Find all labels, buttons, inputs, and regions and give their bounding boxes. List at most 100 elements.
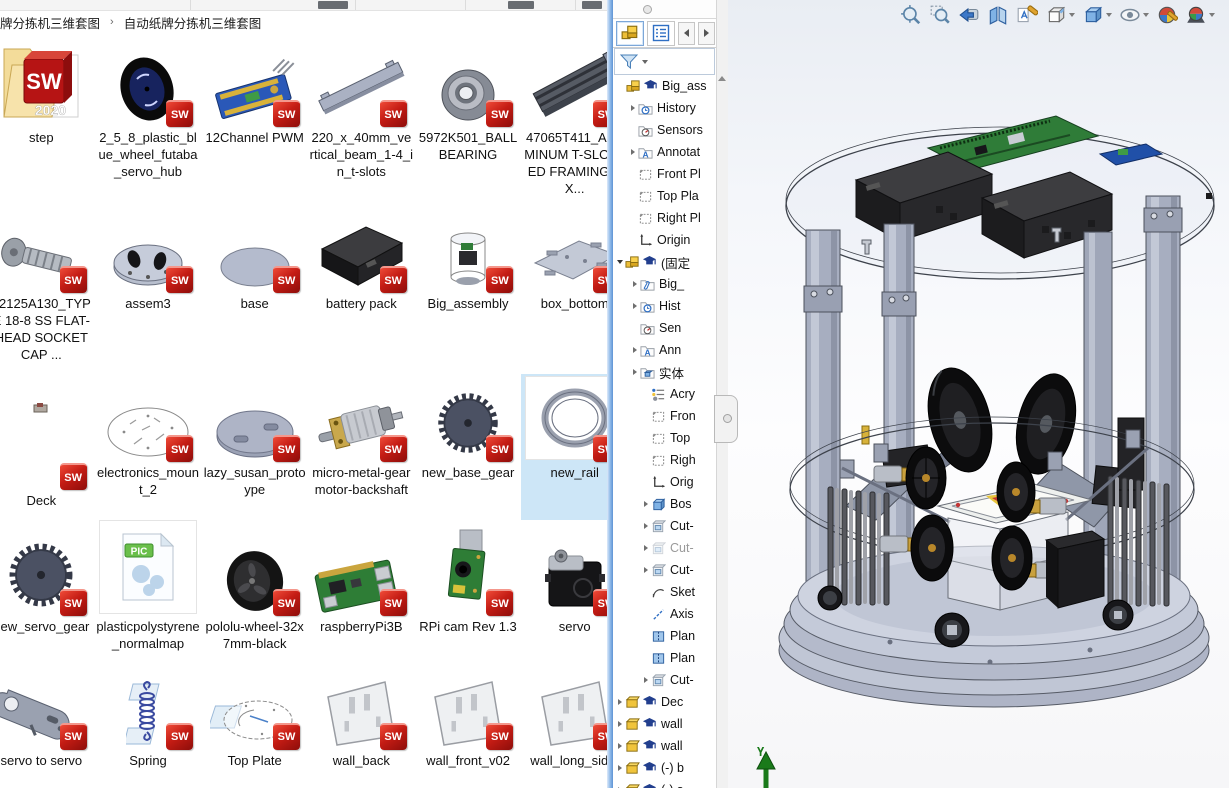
tree-item-history[interactable]: Hist — [613, 295, 716, 317]
panel-splitter-bar[interactable] — [613, 0, 716, 19]
expand-arrow-icon[interactable] — [615, 721, 625, 727]
tree-item-top-plane[interactable]: Top Pla — [613, 185, 716, 207]
tree-item-fixed-subassembly[interactable]: (固定 — [613, 251, 716, 273]
file-item[interactable]: SW battery pack — [308, 219, 415, 374]
previous-pane-button[interactable] — [678, 21, 695, 45]
collapse-arrow-icon[interactable] — [615, 260, 625, 264]
expand-arrow-icon[interactable] — [615, 699, 625, 705]
tree-item-plane[interactable]: Plan — [613, 625, 716, 647]
file-item[interactable]: SW wall_back — [308, 675, 415, 768]
file-item[interactable]: SW wall_front_v02 — [415, 675, 522, 768]
expand-arrow-icon[interactable] — [628, 149, 638, 155]
tree-item-origin[interactable]: Orig — [613, 471, 716, 493]
tree-item-right-plane[interactable]: Right Pl — [613, 207, 716, 229]
tree-item-root-assembly[interactable]: Big_ass — [613, 75, 716, 97]
tree-item-material[interactable]: Acry — [613, 383, 716, 405]
file-item[interactable]: SW servo — [521, 520, 612, 675]
part-icon — [625, 761, 640, 776]
file-item[interactable]: SW pololu-wheel-32x7mm-black — [201, 520, 308, 675]
solidworks-badge-icon: SW — [486, 435, 514, 462]
tree-item-deck-part[interactable]: Dec — [613, 691, 716, 713]
expand-arrow-icon[interactable] — [641, 523, 651, 529]
tree-item-front-plane[interactable]: Front Pl — [613, 163, 716, 185]
expand-arrow-icon[interactable] — [615, 765, 625, 771]
file-item[interactable]: SW 220_x_40mm_vertical_beam_1-4_in_t-slo… — [308, 33, 415, 219]
scroll-up-arrow-icon[interactable] — [718, 76, 726, 81]
filter-dropdown-caret-icon[interactable] — [642, 59, 648, 64]
expand-arrow-icon[interactable] — [630, 347, 640, 353]
tree-item-top-plane[interactable]: Top — [613, 427, 716, 449]
3d-viewport[interactable]: Y — [727, 0, 1229, 788]
tree-item-front-plane[interactable]: Fron — [613, 405, 716, 427]
tab-property-manager[interactable] — [647, 20, 675, 46]
expand-arrow-icon[interactable] — [641, 567, 651, 573]
tree-item-sensors[interactable]: Sensors — [613, 119, 716, 141]
breadcrumb-current-folder[interactable]: 自动纸牌分拣机三维套图 — [124, 13, 262, 32]
tree-item-sketch[interactable]: Sket — [613, 581, 716, 603]
file-item[interactable]: SW Top Plate — [201, 675, 308, 768]
expand-arrow-icon[interactable] — [630, 281, 640, 287]
file-item[interactable]: SW box_bottom — [521, 219, 612, 374]
file-item[interactable]: SW 2_5_8_plastic_blue_wheel_futaba_servo… — [95, 33, 202, 219]
file-item[interactable]: SW new_servo_gear — [0, 520, 95, 675]
file-item[interactable]: SW wall_long_sid... — [521, 675, 612, 768]
file-item[interactable]: SW electronics_mount_2 — [95, 374, 202, 520]
tree-item-cut-extrude[interactable]: Cut- — [613, 515, 716, 537]
tree-item-history[interactable]: History — [613, 97, 716, 119]
breadcrumb-parent-folder[interactable]: 牌分拣机三维套图 — [0, 13, 100, 32]
file-item[interactable]: SW 5972K501_BALL BEARING — [415, 33, 522, 219]
file-item[interactable]: SW new_base_gear — [415, 374, 522, 520]
file-item[interactable]: SW lazy_susan_protoype — [201, 374, 308, 520]
attachments-folder-icon — [640, 277, 655, 292]
file-item[interactable]: SW servo to servo — [0, 675, 95, 768]
file-item[interactable]: SW base — [201, 219, 308, 374]
display-pane-flyout-handle[interactable] — [714, 395, 738, 443]
tree-item-sensors[interactable]: Sen — [613, 317, 716, 339]
list-icon — [652, 24, 670, 42]
expand-arrow-icon[interactable] — [641, 677, 651, 683]
tree-filter[interactable] — [614, 48, 715, 75]
tree-item-underdefined-part[interactable]: (-) b — [613, 757, 716, 779]
tree-item-wall-part[interactable]: wall — [613, 713, 716, 735]
reference-plane-icon — [651, 629, 666, 644]
tree-item-origin[interactable]: Origin — [613, 229, 716, 251]
file-item-selected[interactable]: SW new_rail — [521, 374, 612, 520]
tree-item-plane[interactable]: Plan — [613, 647, 716, 669]
next-pane-button[interactable] — [698, 21, 715, 45]
file-item[interactable]: SW raspberryPi3B — [308, 520, 415, 675]
solidworks-badge-icon: SW — [59, 266, 87, 293]
file-item[interactable]: SW Spring — [95, 675, 202, 768]
file-item[interactable]: SW assem3 — [95, 219, 202, 374]
expand-arrow-icon[interactable] — [630, 303, 640, 309]
tree-item-annotations[interactable]: A Annotat — [613, 141, 716, 163]
tree-item-cut-extrude[interactable]: Cut- — [613, 669, 716, 691]
tree-item-cut-extrude-suppressed[interactable]: Cut- — [613, 537, 716, 559]
tree-item-boss-extrude[interactable]: Bos — [613, 493, 716, 515]
file-item[interactable]: SW 92125A130_TYPE 18-8 SS FLAT-HEAD SOCK… — [0, 219, 95, 374]
tree-item-underdefined-part[interactable]: (-) s — [613, 779, 716, 788]
tree-item-right-plane[interactable]: Righ — [613, 449, 716, 471]
assembly-icon — [625, 255, 640, 270]
expand-arrow-icon[interactable] — [630, 369, 640, 375]
expand-arrow-icon[interactable] — [615, 743, 625, 749]
tree-scrollbar[interactable] — [716, 0, 728, 788]
tab-featuremanager-tree[interactable] — [616, 20, 644, 46]
tree-item-annotations[interactable]: A Ann — [613, 339, 716, 361]
tree-item-solid-bodies[interactable]: 实体 — [613, 361, 716, 383]
file-item[interactable]: SW Deck — [0, 374, 95, 520]
file-item[interactable]: SW Big_assembly — [415, 219, 522, 374]
file-item[interactable]: SW micro-metal-gearmotor-backshaft — [308, 374, 415, 520]
tree-item-cut-extrude[interactable]: Cut- — [613, 559, 716, 581]
file-item[interactable]: SW 47065T411_ALUMINUM T-SLOTTED FRAMING … — [521, 33, 612, 219]
file-item-step[interactable]: SW 2020 step — [0, 33, 95, 219]
tree-item-wall-part[interactable]: wall — [613, 735, 716, 757]
file-item[interactable]: SW 12Channel PWM — [201, 33, 308, 219]
expand-arrow-icon[interactable] — [641, 501, 651, 507]
expand-arrow-icon[interactable] — [628, 105, 638, 111]
part-icon — [625, 717, 640, 732]
file-item[interactable]: SW RPi cam Rev 1.3 — [415, 520, 522, 675]
tree-item-attachments[interactable]: Big_ — [613, 273, 716, 295]
file-item[interactable]: PIC plasticpolystyrene_normalmap — [95, 520, 202, 675]
expand-arrow-icon[interactable] — [641, 545, 651, 551]
tree-item-axis[interactable]: Axis — [613, 603, 716, 625]
